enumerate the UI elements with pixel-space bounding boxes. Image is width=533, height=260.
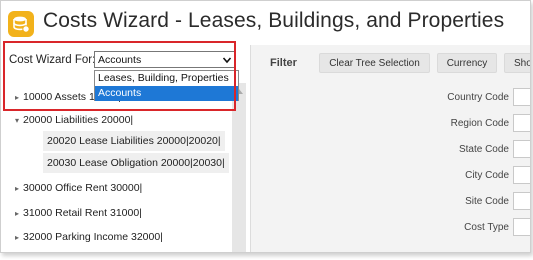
country-code-input[interactable] (513, 88, 530, 106)
cost-wizard-selected-value: Accounts (98, 54, 142, 66)
tree-scrollbar[interactable] (232, 83, 246, 252)
cost-wizard-label: Cost Wizard For: (9, 54, 96, 66)
cost-type-label: Cost Type (464, 222, 509, 233)
tree-node-20020[interactable]: 20020 Lease Liabilities 20000|20020| (43, 131, 225, 151)
cost-wizard-dropdown: Leases, Building, Properties Accounts (94, 70, 239, 101)
caret-right-icon[interactable]: ▸ (11, 233, 23, 242)
currency-button[interactable]: Currency (437, 53, 497, 73)
title-bar: Costs Wizard - Leases, Buildings, and Pr… (1, 1, 530, 45)
tree-node-label: 31000 Retail Rent 31000| (23, 207, 142, 219)
tree-panel: Cost Wizard For: Accounts Leases, Buildi… (1, 41, 250, 252)
region-code-label: Region Code (450, 118, 509, 129)
tree-node-label: 20000 Liabilities 20000| (23, 114, 134, 126)
region-code-input[interactable] (513, 114, 530, 132)
city-code-input[interactable] (513, 166, 530, 184)
page-title: Costs Wizard - Leases, Buildings, and Pr… (43, 9, 505, 32)
site-code-input[interactable] (513, 192, 530, 210)
tree-node-20000[interactable]: ▾ 20000 Liabilities 20000| (11, 110, 133, 130)
caret-right-icon[interactable]: ▸ (11, 184, 23, 193)
caret-right-icon[interactable]: ▸ (11, 93, 23, 102)
caret-down-icon[interactable]: ▾ (11, 116, 23, 125)
tree-node-label: 20030 Lease Obligation 20000|20030| (47, 157, 225, 169)
wizard-window: Costs Wizard - Leases, Buildings, and Pr… (0, 0, 531, 253)
site-code-label: Site Code (465, 196, 509, 207)
caret-right-icon[interactable]: ▸ (11, 209, 23, 218)
tree-node-label: 32000 Parking Income 32000| (23, 231, 163, 243)
filter-toolbar: Filter Clear Tree Selection Currency Sho (251, 51, 530, 75)
cost-wizard-select[interactable]: Accounts (94, 51, 236, 68)
database-coins-icon (8, 11, 34, 37)
filter-label: Filter (270, 57, 297, 69)
tree-node-31000[interactable]: ▸ 31000 Retail Rent 31000| (11, 203, 142, 223)
tree-node-label: 30000 Office Rent 30000| (23, 182, 143, 194)
state-code-input[interactable] (513, 140, 530, 158)
account-tree: ▸ 10000 Assets 10000| ▾ 20000 Liabilitie… (1, 83, 232, 252)
filter-panel: Filter Clear Tree Selection Currency Sho… (250, 45, 530, 252)
cost-type-input[interactable] (513, 218, 530, 236)
option-leases-building-properties[interactable]: Leases, Building, Properties (95, 71, 238, 86)
tree-node-32000[interactable]: ▸ 32000 Parking Income 32000| (11, 227, 163, 247)
state-code-label: State Code (458, 144, 509, 155)
option-accounts[interactable]: Accounts (95, 86, 238, 101)
clear-tree-selection-button[interactable]: Clear Tree Selection (319, 53, 430, 73)
tree-node-20030[interactable]: 20030 Lease Obligation 20000|20030| (43, 153, 229, 173)
chevron-down-icon (222, 57, 232, 64)
city-code-label: City Code (465, 170, 509, 181)
country-code-label: Country Code (447, 92, 509, 103)
tree-node-label: 20020 Lease Liabilities 20000|20020| (47, 135, 221, 147)
tree-node-30000[interactable]: ▸ 30000 Office Rent 30000| (11, 178, 142, 198)
show-button[interactable]: Sho (504, 53, 530, 73)
